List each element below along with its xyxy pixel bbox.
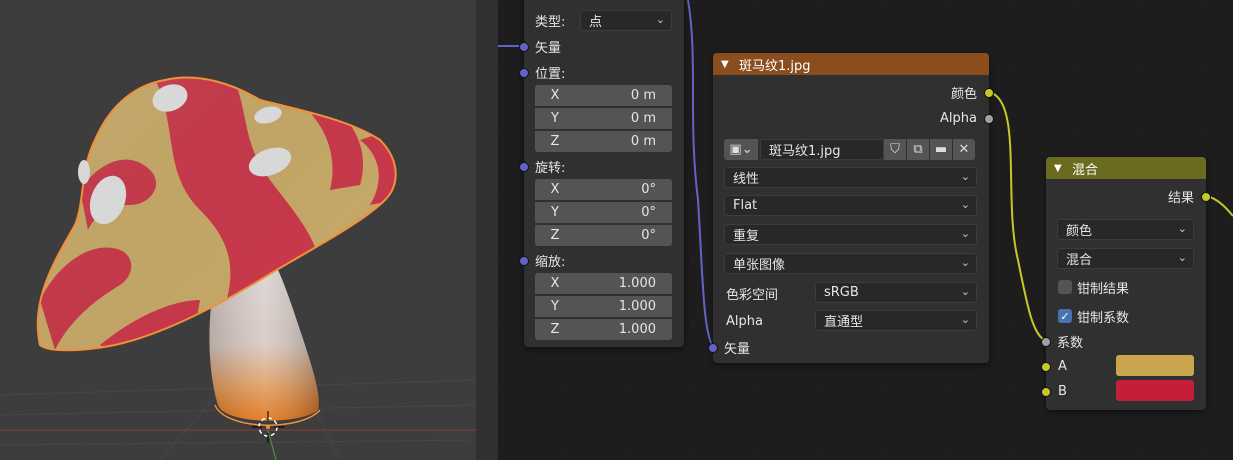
chevron-down-icon: ⌄ xyxy=(960,285,970,298)
a-input-label: A xyxy=(1058,358,1067,374)
mix-node[interactable]: ▼ 混合 结果 颜色 ⌄ 混合 ⌄ 钳制结果 ✓ 钳制系数 系数 A B xyxy=(1041,157,1211,410)
a-color-swatch[interactable] xyxy=(1116,355,1194,376)
location-label: 位置: xyxy=(535,66,566,82)
rotation-label: 旋转: xyxy=(535,160,566,176)
source-select[interactable]: 单张图像 ⌄ xyxy=(724,253,977,274)
color-output-socket[interactable] xyxy=(984,88,994,98)
chevron-down-icon[interactable]: ▼ xyxy=(721,59,733,70)
colorspace-select[interactable]: sRGB ⌄ xyxy=(815,282,977,303)
data-type-select[interactable]: 颜色 ⌄ xyxy=(1057,219,1194,240)
mapping-node[interactable]: 类型: 点 ⌄ 矢量 位置: X0 m Y0 m Z0 m 旋转: X 0° Y 0°… xyxy=(519,0,684,347)
location-x-field[interactable]: X0 m xyxy=(535,85,672,106)
extension-select[interactable]: 重复 ⌄ xyxy=(724,224,977,245)
scale-label: 缩放: xyxy=(535,254,566,270)
unlink-icon: ✕ xyxy=(958,142,970,157)
location-y-field[interactable]: Y0 m xyxy=(535,108,672,129)
scale-x-field[interactable]: X 1.000 xyxy=(535,273,672,294)
fake-user-button[interactable]: ⛉ xyxy=(884,139,906,160)
vector-input-label: 矢量 xyxy=(535,40,562,56)
alpha-mode-select[interactable]: 直通型 ⌄ xyxy=(815,310,977,331)
area-divider[interactable] xyxy=(476,0,498,460)
vector-input-label: 矢量 xyxy=(724,341,751,357)
3d-viewport[interactable] xyxy=(0,0,476,460)
chevron-down-icon: ⌄ xyxy=(960,198,970,211)
chevron-down-icon: ⌄ xyxy=(960,256,970,269)
chevron-down-icon: ⌄ xyxy=(1177,251,1187,264)
image-texture-node[interactable]: ▼ 斑马纹1.jpg 颜色 Alpha ▣⌄ 斑马纹1.jpg ⛉ ⧉ ▬ ✕ … xyxy=(708,53,994,363)
mix-node-title: 混合 xyxy=(1072,162,1099,178)
b-input-label: B xyxy=(1058,383,1067,399)
chevron-down-icon[interactable]: ▼ xyxy=(1054,163,1066,174)
chevron-down-icon: ⌄ xyxy=(655,13,665,26)
fake-user-shield-icon: ⛉ xyxy=(890,142,900,157)
alpha-output-label: Alpha xyxy=(940,110,977,126)
result-output-socket[interactable] xyxy=(1201,192,1211,202)
open-image-button[interactable]: ▬ xyxy=(930,139,952,160)
factor-label: 系数 xyxy=(1057,335,1084,351)
chevron-down-icon: ⌄ xyxy=(960,313,970,326)
image-type-button[interactable]: ▣⌄ xyxy=(724,139,758,160)
alpha-output-socket[interactable] xyxy=(984,114,994,124)
image-type-icon: ▣⌄ xyxy=(729,142,753,157)
interpolation-select[interactable]: 线性 ⌄ xyxy=(724,167,977,188)
projection-select[interactable]: Flat ⌄ xyxy=(724,195,977,216)
blend-mode-select[interactable]: 混合 ⌄ xyxy=(1057,248,1194,269)
chevron-down-icon: ⌄ xyxy=(960,170,970,183)
image-texture-title: 斑马纹1.jpg xyxy=(739,58,811,74)
unlink-image-button[interactable]: ✕ xyxy=(953,139,975,160)
duplicate-image-button[interactable]: ⧉ xyxy=(907,139,929,160)
clamp-factor-label: 钳制系数 xyxy=(1077,310,1130,326)
result-output-label: 结果 xyxy=(1167,190,1194,206)
mix-node-header[interactable]: ▼ 混合 xyxy=(1046,157,1206,179)
image-name-field[interactable]: 斑马纹1.jpg xyxy=(760,139,884,160)
colorspace-label: 色彩空间 xyxy=(726,287,779,303)
shader-node-editor[interactable]: 类型: 点 ⌄ 矢量 位置: X0 m Y0 m Z0 m 旋转: X 0° Y 0°… xyxy=(498,0,1233,460)
rotation-x-field[interactable]: X 0° xyxy=(535,179,672,200)
open-folder-icon: ▬ xyxy=(934,142,948,157)
type-label: 类型: xyxy=(535,14,566,30)
chevron-down-icon: ⌄ xyxy=(960,227,970,240)
rotation-y-field[interactable]: Y 0° xyxy=(535,202,672,223)
alpha-mode-label: Alpha xyxy=(726,313,763,329)
color-output-label: 颜色 xyxy=(950,86,977,102)
mushroom-render xyxy=(0,76,476,460)
scale-z-field[interactable]: Z 1.000 xyxy=(535,319,672,340)
image-texture-header[interactable]: ▼ 斑马纹1.jpg xyxy=(713,53,989,75)
clamp-result-label: 钳制结果 xyxy=(1077,281,1130,297)
scale-y-field[interactable]: Y 1.000 xyxy=(535,296,672,317)
mapping-type-select[interactable]: 点 ⌄ xyxy=(580,10,672,31)
chevron-down-icon: ⌄ xyxy=(1177,222,1187,235)
duplicate-icon: ⧉ xyxy=(913,142,923,157)
location-z-field[interactable]: Z0 m xyxy=(535,131,672,152)
b-color-swatch[interactable] xyxy=(1116,380,1194,401)
rotation-z-field[interactable]: Z 0° xyxy=(535,225,672,246)
